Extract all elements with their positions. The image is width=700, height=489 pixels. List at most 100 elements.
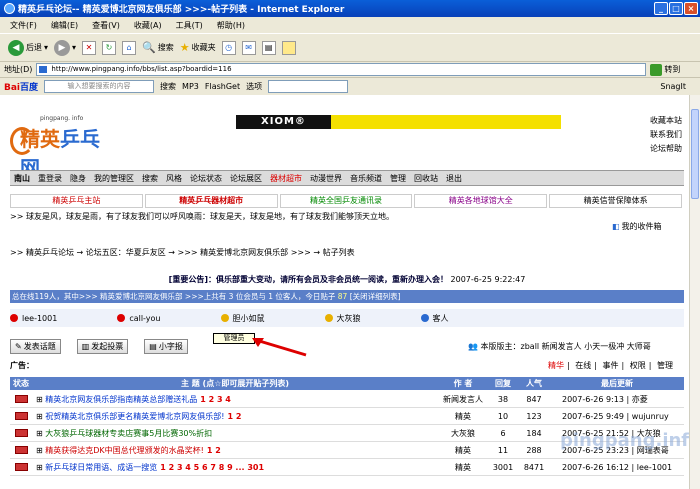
author[interactable]: 精英 xyxy=(438,445,488,456)
close-button[interactable]: × xyxy=(684,2,698,15)
online-guest[interactable]: 客人 xyxy=(420,313,449,324)
nav-market[interactable]: 器材超市 xyxy=(270,173,302,184)
minimize-button[interactable]: _ xyxy=(654,2,668,15)
go-button[interactable]: 转到 xyxy=(650,63,680,76)
chevron-down-icon: ▾ xyxy=(44,43,49,52)
nav-status[interactable]: 论坛状态 xyxy=(190,173,222,184)
toolbar: ◀ 后退 ▾ ▶ ▾ ✕ ↻ ⌂ 🔍 搜索 ★ 收藏夹 ◷ ✉ ▤ xyxy=(0,33,700,61)
banner-extension[interactable] xyxy=(331,115,561,129)
breadcrumb[interactable]: >> 精英乒乓论坛 → 论坛五区：华夏乒友区 → >>> 精英爱博北京网友俱乐部… xyxy=(10,247,610,258)
subnav-main[interactable]: 精英乒乓主站 xyxy=(10,194,143,208)
refresh-icon[interactable]: ↻ xyxy=(102,40,117,55)
nav-relogin[interactable]: 重登录 xyxy=(38,173,62,184)
messenger-icon[interactable] xyxy=(281,40,296,55)
ie-icon xyxy=(4,3,15,14)
status-icon xyxy=(10,462,32,473)
baidu-search-input[interactable]: 输入想要搜索的内容 xyxy=(44,80,155,93)
history-icon[interactable]: ◷ xyxy=(221,40,236,55)
link-help[interactable]: 论坛帮助 xyxy=(650,142,690,156)
page-links[interactable]: 1 2 3 4 xyxy=(200,395,231,404)
subnav-venues[interactable]: 精英各地球馆大全 xyxy=(414,194,548,208)
page-links[interactable]: 1 2 xyxy=(227,412,241,421)
options-button[interactable]: 选项 xyxy=(246,81,262,92)
print-icon[interactable]: ▤ xyxy=(261,40,276,55)
nav-music[interactable]: 音乐频道 xyxy=(350,173,382,184)
small-post-button[interactable]: ▤ 小字报 xyxy=(144,338,188,354)
close-details-link[interactable]: [关闭详细列表] xyxy=(350,292,401,301)
scrollbar-thumb[interactable] xyxy=(691,109,699,199)
topic-link[interactable]: 精英北京网友俱乐部指南精英总部赠送礼品 xyxy=(45,395,197,404)
watermark: pingpang.info xyxy=(560,430,700,451)
topic-link[interactable]: 精英获得达克DK中国总代理颁发的水晶奖杯! xyxy=(45,446,204,455)
ops-online[interactable]: 在线 xyxy=(575,361,591,370)
scrollbar[interactable] xyxy=(689,95,700,489)
ops-elite[interactable]: 精华 xyxy=(548,361,564,370)
subnav-trust[interactable]: 精英信誉保障体系 xyxy=(549,194,682,208)
nav-search[interactable]: 搜索 xyxy=(142,173,158,184)
menu-edit[interactable]: 编辑(E) xyxy=(51,20,78,31)
nav-anime[interactable]: 动漫世界 xyxy=(310,173,342,184)
new-poll-button[interactable]: ▥ 发起投票 xyxy=(76,338,129,354)
last-update[interactable]: 2007-6-26 9:13 | 亦菱 xyxy=(550,394,684,405)
expand-icon[interactable]: ⊞ xyxy=(36,395,45,404)
subnav-directory[interactable]: 精英全国乒友通讯录 xyxy=(279,194,413,208)
last-update[interactable]: 2007-6-25 9:49 | wujunruy xyxy=(550,412,684,421)
mail-icon[interactable]: ✉ xyxy=(241,40,256,55)
expand-icon[interactable]: ⊞ xyxy=(36,446,45,455)
slogan: >> 球友是风，球友是雨，有了球友我们可以呼风唤雨：球友是天，球友是地，有了球友… xyxy=(10,212,394,221)
expand-icon[interactable]: ⊞ xyxy=(36,412,45,421)
address-input[interactable]: http://www.pingpang.info/bbs/list.asp?bo… xyxy=(36,63,647,76)
ops-permissions[interactable]: 权限 xyxy=(630,361,646,370)
link-contact[interactable]: 联系我们 xyxy=(650,128,690,142)
flashget-button[interactable]: FlashGet xyxy=(205,82,240,91)
site-logo[interactable]: pingpang. info 精英乒乓网 xyxy=(10,115,110,180)
online-user[interactable]: 胆小如鼠 xyxy=(220,313,265,324)
favorites-button[interactable]: ★ 收藏夹 xyxy=(180,41,216,54)
nav-user[interactable]: 南山 xyxy=(14,173,30,184)
nav-style[interactable]: 风格 xyxy=(166,173,182,184)
menu-file[interactable]: 文件(F) xyxy=(10,20,37,31)
online-user[interactable]: call-you xyxy=(117,314,161,323)
nav-hidden[interactable]: 隐身 xyxy=(70,173,86,184)
page-links[interactable]: 1 2 xyxy=(207,446,221,455)
announcement[interactable]: [重要公告]：俱乐部重大变动，请所有会员及非会员统一阅读，重新办理入会！ 200… xyxy=(10,274,684,285)
stop-icon[interactable]: ✕ xyxy=(82,40,97,55)
new-topic-button[interactable]: ✎ 发表话题 xyxy=(10,338,61,354)
online-user[interactable]: 大灰狼 xyxy=(324,313,361,324)
inbox-link[interactable]: ◧ 我的收件箱 xyxy=(612,221,662,232)
nav-my-admin[interactable]: 我的管理区 xyxy=(94,173,134,184)
baidu-second-input[interactable] xyxy=(268,80,349,93)
nav-recycle[interactable]: 回收站 xyxy=(414,173,438,184)
author[interactable]: 精英 xyxy=(438,411,488,422)
menu-favorites[interactable]: 收藏(A) xyxy=(134,20,162,31)
author[interactable]: 精英 xyxy=(438,462,488,473)
maximize-button[interactable]: □ xyxy=(669,2,683,15)
forward-button[interactable]: ▶ ▾ xyxy=(54,39,76,56)
baidu-search-button[interactable]: 搜索 xyxy=(160,81,176,92)
search-button[interactable]: 🔍 搜索 xyxy=(142,41,174,54)
nav-manage[interactable]: 管理 xyxy=(390,173,406,184)
snagit-button[interactable]: SnagIt xyxy=(660,82,686,91)
menu-help[interactable]: 帮助(H) xyxy=(217,20,245,31)
topic-link[interactable]: 祝贺精英北京俱乐部更名精英爱博北京网友俱乐部! xyxy=(45,412,224,421)
link-bookmark[interactable]: 收藏本站 xyxy=(650,114,690,128)
xiom-banner[interactable]: XIOM® xyxy=(236,115,331,129)
topic-link[interactable]: 大灰狼乒乓球器材专卖店赛事5月比赛30%折扣 xyxy=(45,429,212,438)
ops-manage[interactable]: 管理 xyxy=(657,361,673,370)
mp3-button[interactable]: MP3 xyxy=(182,82,199,91)
online-user[interactable]: lee-1001 xyxy=(10,314,57,323)
expand-icon[interactable]: ⊞ xyxy=(36,463,45,472)
page-links[interactable]: 1 2 3 4 5 6 7 8 9 ... 301 xyxy=(160,463,264,472)
author[interactable]: 新闻发言人 xyxy=(438,394,488,405)
menu-view[interactable]: 查看(V) xyxy=(92,20,120,31)
expand-icon[interactable]: ⊞ xyxy=(36,429,45,438)
topic-link[interactable]: 新乒乓球日常用语、成语一搜览 xyxy=(45,463,157,472)
nav-showcase[interactable]: 论坛展区 xyxy=(230,173,262,184)
home-icon[interactable]: ⌂ xyxy=(122,40,137,55)
back-button[interactable]: ◀ 后退 ▾ xyxy=(8,39,49,56)
author[interactable]: 大灰狼 xyxy=(438,428,488,439)
subnav-market[interactable]: 精英乒乓器材超市 xyxy=(144,194,278,208)
menu-tools[interactable]: 工具(T) xyxy=(176,20,203,31)
nav-logout[interactable]: 退出 xyxy=(446,173,462,184)
ops-events[interactable]: 事件 xyxy=(603,361,619,370)
